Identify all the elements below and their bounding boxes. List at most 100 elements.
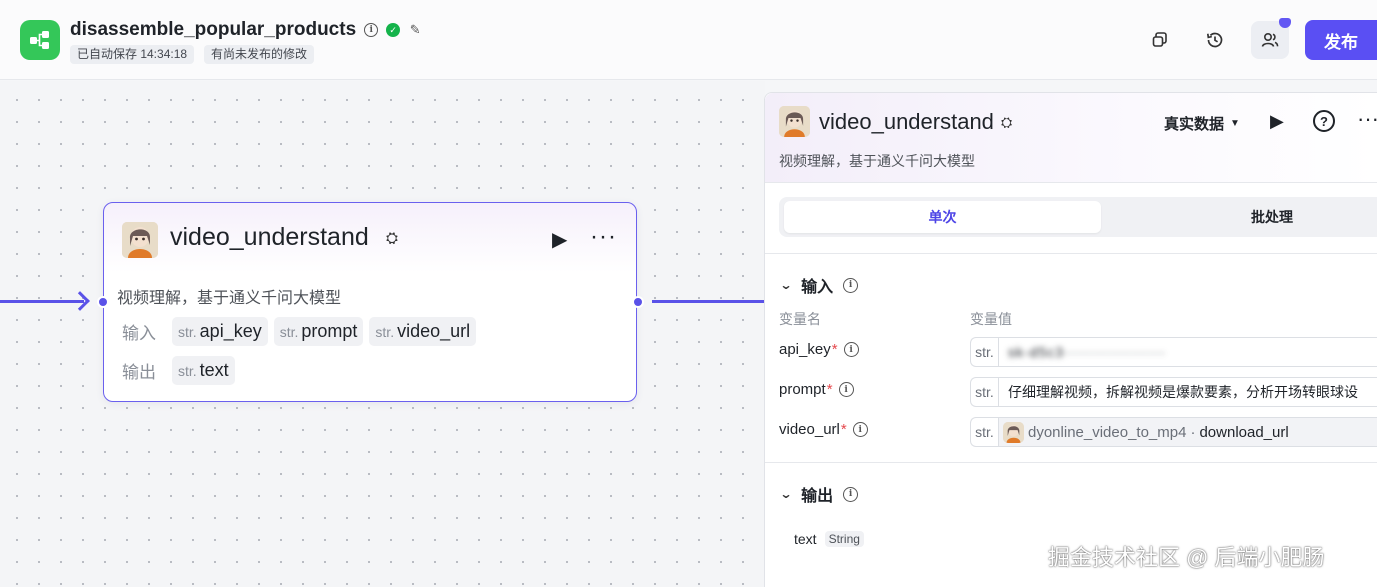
incoming-arrow: [70, 291, 90, 311]
section-divider: [765, 462, 1377, 463]
ref-source-node: dyonline_video_to_mp4: [1028, 423, 1187, 441]
info-icon[interactable]: i: [852, 422, 868, 437]
data-mode-label: 真实数据: [1164, 116, 1225, 133]
app-title-row: disassemble_popular_products i ✓ ✎: [70, 19, 422, 41]
workflow-icon[interactable]: [20, 20, 60, 60]
param-type: str.: [178, 323, 197, 340]
param-name: text: [199, 360, 229, 380]
ref-node-avatar: [1003, 421, 1024, 443]
input-section-header[interactable]: ⌄ 输入 i: [779, 273, 859, 297]
data-mode-select[interactable]: 真实数据 ▼: [1164, 113, 1240, 134]
gear-icon: ⛭: [386, 230, 399, 247]
required-mark: *: [826, 381, 833, 398]
unpublished-badge: 有尚未发布的修改: [204, 45, 315, 64]
required-mark: *: [831, 341, 838, 358]
edit-icon[interactable]: ✎: [408, 22, 422, 37]
tab-batch[interactable]: 批处理: [1109, 201, 1377, 233]
node-description: 视频理解，基于通义千问大模型: [117, 290, 342, 307]
info-icon[interactable]: i: [364, 23, 379, 37]
var-name-video-url: video_url * i: [779, 421, 868, 438]
ref-field: download_url: [1199, 423, 1289, 441]
help-icon[interactable]: ?: [1313, 110, 1335, 132]
panel-title: video_understand: [819, 109, 994, 134]
var-label: api_key: [779, 341, 831, 358]
var-name-prompt: prompt * i: [779, 381, 854, 398]
section-divider: [765, 253, 1377, 254]
history-icon: [1206, 32, 1223, 48]
copy-icon: [1152, 32, 1167, 47]
type-prefix: str.: [971, 418, 999, 446]
param-type: str.: [178, 362, 197, 379]
copy-button[interactable]: [1141, 21, 1179, 59]
panel-header: video_understand ⛭ 真实数据 ▼ ▶ ? ··· 视频理解，基…: [765, 93, 1377, 183]
check-circle-icon: ✓: [386, 23, 401, 37]
param-name: prompt: [301, 321, 358, 341]
output-name: text: [794, 531, 817, 547]
node-title: video_understand: [170, 223, 369, 251]
video-understand-node[interactable]: video_understand ⛭ ▶ ··· 视频理解，基于通义千问大模型 …: [103, 202, 637, 402]
video-url-field[interactable]: str. dyonline_video_to_mp4 · download_ur…: [970, 417, 1377, 447]
play-icon[interactable]: ▶: [552, 227, 567, 252]
output-section-title: 输出: [801, 488, 834, 505]
watermark: 掘金技术社区 @ 后端小肥肠: [1048, 545, 1325, 570]
variable-reference[interactable]: dyonline_video_to_mp4 · download_url: [999, 418, 1377, 446]
info-icon[interactable]: i: [843, 277, 859, 293]
output-port[interactable]: [632, 296, 644, 308]
node-outputs-row: 输出 str. text: [122, 356, 235, 385]
param-tag: str. prompt: [273, 317, 364, 346]
param-name: video_url: [397, 321, 471, 341]
column-header-name: 变量名: [779, 311, 821, 327]
run-mode-tabs: 单次 批处理: [779, 197, 1377, 237]
node-inputs-row: 输入 str. api_key str. prompt str. video_u…: [122, 317, 477, 346]
required-mark: *: [840, 421, 847, 438]
param-type: str.: [375, 323, 395, 340]
output-type-badge: String: [824, 531, 864, 547]
info-icon[interactable]: i: [843, 342, 859, 357]
tab-single[interactable]: 单次: [784, 201, 1101, 233]
input-port[interactable]: [97, 296, 109, 308]
output-section-header[interactable]: ⌄ 输出 i: [779, 482, 859, 506]
play-icon[interactable]: ▶: [1270, 111, 1284, 132]
prompt-field[interactable]: str. 仔细理解视频，拆解视频是爆款要素，分析开场转眼球设: [970, 377, 1377, 407]
type-prefix: str.: [971, 338, 999, 366]
publish-button[interactable]: 发布: [1305, 20, 1377, 60]
info-icon[interactable]: i: [838, 382, 854, 397]
caret-down-icon: ▼: [1230, 118, 1240, 129]
param-type: str.: [279, 323, 299, 340]
prompt-value: 仔细理解视频，拆解视频是爆款要素，分析开场转眼球设: [1008, 384, 1358, 400]
input-label: 输入: [122, 324, 156, 343]
users-icon: [1261, 32, 1279, 47]
type-prefix: str.: [971, 378, 999, 406]
collaborators-button[interactable]: [1251, 18, 1291, 59]
var-label: prompt: [779, 381, 826, 398]
param-tag: str. text: [172, 356, 235, 385]
chevron-down-icon[interactable]: ⌄: [779, 278, 792, 292]
output-label: 输出: [122, 363, 156, 382]
api-key-value: sk-d5c3··················: [1008, 344, 1166, 360]
input-section-title: 输入: [801, 279, 834, 296]
workflow-title: disassemble_popular_products: [70, 19, 357, 40]
output-variable-row: text String: [794, 531, 864, 547]
more-icon[interactable]: ···: [1357, 106, 1377, 132]
outgoing-edge[interactable]: [652, 300, 765, 303]
save-status-row: 已自动保存 14:34:18 有尚未发布的修改: [70, 45, 315, 64]
panel-avatar: [779, 106, 810, 137]
history-button[interactable]: [1196, 21, 1234, 59]
param-tag: str. api_key: [172, 317, 268, 346]
ref-separator: ·: [1190, 423, 1196, 441]
more-icon[interactable]: ···: [590, 223, 617, 251]
chevron-down-icon[interactable]: ⌄: [779, 487, 792, 501]
var-label: video_url: [779, 421, 840, 438]
api-key-field[interactable]: str. sk-d5c3··················: [970, 337, 1377, 367]
gear-icon: ⛭: [1001, 114, 1013, 130]
autosave-badge: 已自动保存 14:34:18: [70, 45, 195, 64]
param-name: api_key: [199, 321, 262, 341]
top-header: disassemble_popular_products i ✓ ✎ 已自动保存…: [0, 0, 1377, 80]
node-config-panel: video_understand ⛭ 真实数据 ▼ ▶ ? ··· 视频理解，基…: [764, 92, 1377, 587]
var-name-api-key: api_key * i: [779, 341, 859, 358]
notification-badge: [1279, 18, 1291, 28]
param-tag: str. video_url: [369, 317, 477, 346]
column-header-value: 变量值: [970, 311, 1012, 327]
info-icon[interactable]: i: [843, 486, 859, 502]
panel-description: 视频理解，基于通义千问大模型: [779, 153, 975, 169]
